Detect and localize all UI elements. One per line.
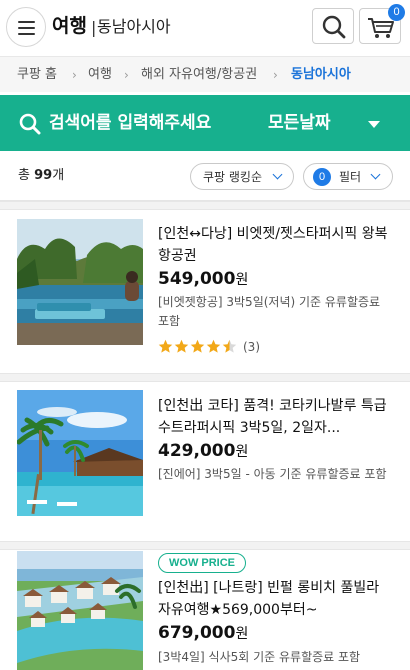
product-price: 429,000원	[158, 439, 248, 464]
star-icon	[190, 339, 205, 353]
chevron-down-icon	[370, 169, 381, 180]
product-card[interactable]: [인천出 코타] 품격! 코타키나발루 특급 수트라퍼시픽 3박5일, 2일자.…	[0, 383, 410, 541]
product-title[interactable]: [인천出] [나트랑] 빈펄 롱비치 풀빌라 자유여행★569,000부터~	[158, 577, 394, 621]
product-description: [진에어] 3박5일 - 아동 기준 유류할증료 포함	[158, 467, 387, 481]
filter-label: 필터	[339, 170, 362, 184]
breadcrumb-item-home[interactable]: 쿠팡 홈	[17, 66, 57, 84]
product-thumbnail[interactable]	[17, 390, 143, 516]
sort-dropdown[interactable]: 쿠팡 랭킹순	[190, 163, 294, 190]
star-rating	[158, 339, 238, 355]
product-description: [3박4일] 식사5회 기준 유류할증료 포함	[158, 650, 361, 664]
search-input[interactable]: 검색어를 입력해주세요	[49, 111, 211, 135]
product-card[interactable]: [인천↔다낭] 비엣젯/젯스타퍼시픽 왕복항공권 549,000원 [비엣젯항공…	[0, 211, 410, 373]
price-value: 429,000	[158, 441, 236, 461]
beach-resort-image	[17, 390, 143, 516]
page-title[interactable]: 여행	[52, 13, 87, 39]
star-half-icon	[222, 339, 237, 353]
section-divider	[0, 541, 410, 550]
product-card[interactable]: WOW PRICE [인천出] [나트랑] 빈펄 롱비치 풀빌라 자유여행★56…	[0, 551, 410, 670]
price-value: 679,000	[158, 623, 236, 643]
breadcrumb-item-overseas[interactable]: 해외 자유여행/항공권	[141, 66, 257, 84]
villa-resort-image	[17, 551, 143, 670]
result-count-suffix: 개	[52, 168, 65, 183]
product-thumbnail[interactable]	[17, 219, 143, 345]
result-count-number: 99	[34, 168, 53, 183]
menu-icon-bar	[18, 27, 35, 29]
cart-count-badge: 0	[388, 4, 405, 21]
section-divider	[0, 201, 410, 210]
result-toolbar: 총 99개 쿠팡 랭킹순 0 필터	[0, 151, 410, 201]
result-count-prefix: 총	[18, 168, 35, 183]
sort-label: 쿠팡 랭킹순	[203, 170, 263, 184]
product-price: 549,000원	[158, 267, 248, 292]
search-icon	[322, 15, 346, 39]
wow-price-badge: WOW PRICE	[158, 553, 246, 573]
breadcrumb-item-travel[interactable]: 여행	[88, 66, 112, 84]
price-currency: 원	[235, 444, 249, 460]
breadcrumb: 쿠팡 홈 › 여행 › 해외 자유여행/항공권 › 동남아시아	[0, 56, 410, 92]
result-count: 총 99개	[18, 167, 64, 185]
product-price: 679,000원	[158, 621, 248, 646]
filter-button[interactable]: 0 필터	[303, 163, 393, 190]
breadcrumb-item-current[interactable]: 동남아시아	[291, 66, 351, 84]
price-value: 549,000	[158, 269, 236, 289]
star-icon	[206, 339, 221, 353]
price-currency: 원	[235, 626, 249, 642]
star-icon	[158, 339, 173, 353]
star-icon	[174, 339, 189, 353]
menu-button[interactable]	[6, 7, 46, 47]
chevron-down-icon	[272, 169, 283, 180]
product-description: [비엣젯항공] 3박5일(저녁) 기준 유류할증료 포함	[158, 295, 381, 328]
chevron-right-icon: ›	[72, 68, 77, 82]
menu-icon-bar	[18, 21, 35, 23]
title-separator: |	[91, 18, 97, 37]
app-header: 여행 | 동남아시아 0	[0, 0, 410, 54]
caret-down-icon[interactable]	[368, 121, 380, 128]
product-thumbnail[interactable]	[17, 551, 143, 670]
review-count[interactable]: (3)	[243, 339, 260, 355]
page-subtitle: 동남아시아	[97, 17, 171, 36]
product-title[interactable]: [인천↔다낭] 비엣젯/젯스타퍼시픽 왕복항공권	[158, 223, 394, 267]
menu-icon-bar	[18, 33, 35, 35]
chevron-right-icon: ›	[273, 68, 278, 82]
search-button[interactable]	[312, 8, 354, 44]
section-divider	[0, 373, 410, 382]
resort-image	[17, 219, 143, 345]
search-icon	[19, 113, 41, 135]
date-selector[interactable]: 모든날짜	[268, 111, 331, 135]
travel-search-bar: 검색어를 입력해주세요 모든날짜	[0, 95, 410, 151]
price-currency: 원	[235, 272, 249, 288]
product-title[interactable]: [인천出 코타] 품격! 코타키나발루 특급 수트라퍼시픽 3박5일, 2일자.…	[158, 395, 394, 439]
filter-count-badge: 0	[313, 168, 331, 186]
chevron-right-icon: ›	[124, 68, 129, 82]
